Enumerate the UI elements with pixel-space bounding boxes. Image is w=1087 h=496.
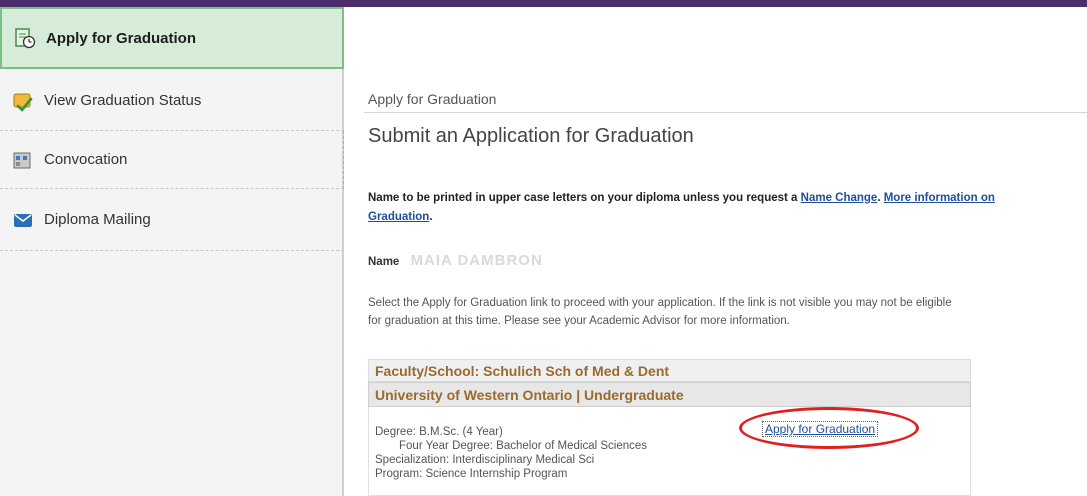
sidebar-item-label: Convocation: [44, 151, 128, 168]
page-title: Submit an Application for Graduation: [368, 125, 694, 147]
name-change-link[interactable]: Name Change: [801, 192, 878, 204]
sidebar-item-label: Diploma Mailing: [44, 211, 151, 228]
university-header: University of Western Ontario | Undergra…: [368, 382, 971, 407]
sidebar: Apply for Graduation View Graduation Sta…: [0, 7, 344, 496]
program-text: Program: Science Internship Program: [375, 468, 568, 480]
top-accent-bar: [0, 0, 1087, 7]
diploma-name-notice: Name to be printed in upper case letters…: [368, 189, 1048, 227]
main-content: Apply for Graduation Submit an Applicati…: [344, 7, 1087, 496]
notice-text: Name to be printed in upper case letters…: [368, 192, 801, 204]
sidebar-item-label: View Graduation Status: [44, 92, 202, 109]
sidebar-item-convocation[interactable]: Convocation: [0, 131, 344, 189]
sidebar-item-apply-for-graduation[interactable]: Apply for Graduation: [0, 7, 344, 69]
apply-for-graduation-link[interactable]: Apply for Graduation: [762, 421, 879, 437]
instructions-text: Select the Apply for Graduation link to …: [368, 297, 952, 327]
building-icon: [12, 149, 34, 171]
name-row: Name MAIA DAMBRON: [368, 252, 543, 269]
specialization-text: Specialization: Interdisciplinary Medica…: [375, 454, 595, 466]
envelope-icon: [12, 209, 34, 231]
notice-end: .: [429, 211, 433, 223]
name-label: Name: [368, 256, 400, 268]
sidebar-item-view-graduation-status[interactable]: View Graduation Status: [0, 71, 344, 131]
clipboard-clock-icon: [14, 27, 36, 49]
sidebar-item-diploma-mailing[interactable]: Diploma Mailing: [0, 189, 344, 251]
breadcrumb-divider: [364, 112, 1087, 113]
name-value: MAIA DAMBRON: [410, 252, 543, 269]
faculty-header: Faculty/School: Schulich Sch of Med & De…: [368, 359, 971, 382]
breadcrumb: Apply for Graduation: [368, 91, 497, 107]
status-check-icon: [12, 90, 34, 112]
sidebar-item-label: Apply for Graduation: [46, 29, 196, 47]
